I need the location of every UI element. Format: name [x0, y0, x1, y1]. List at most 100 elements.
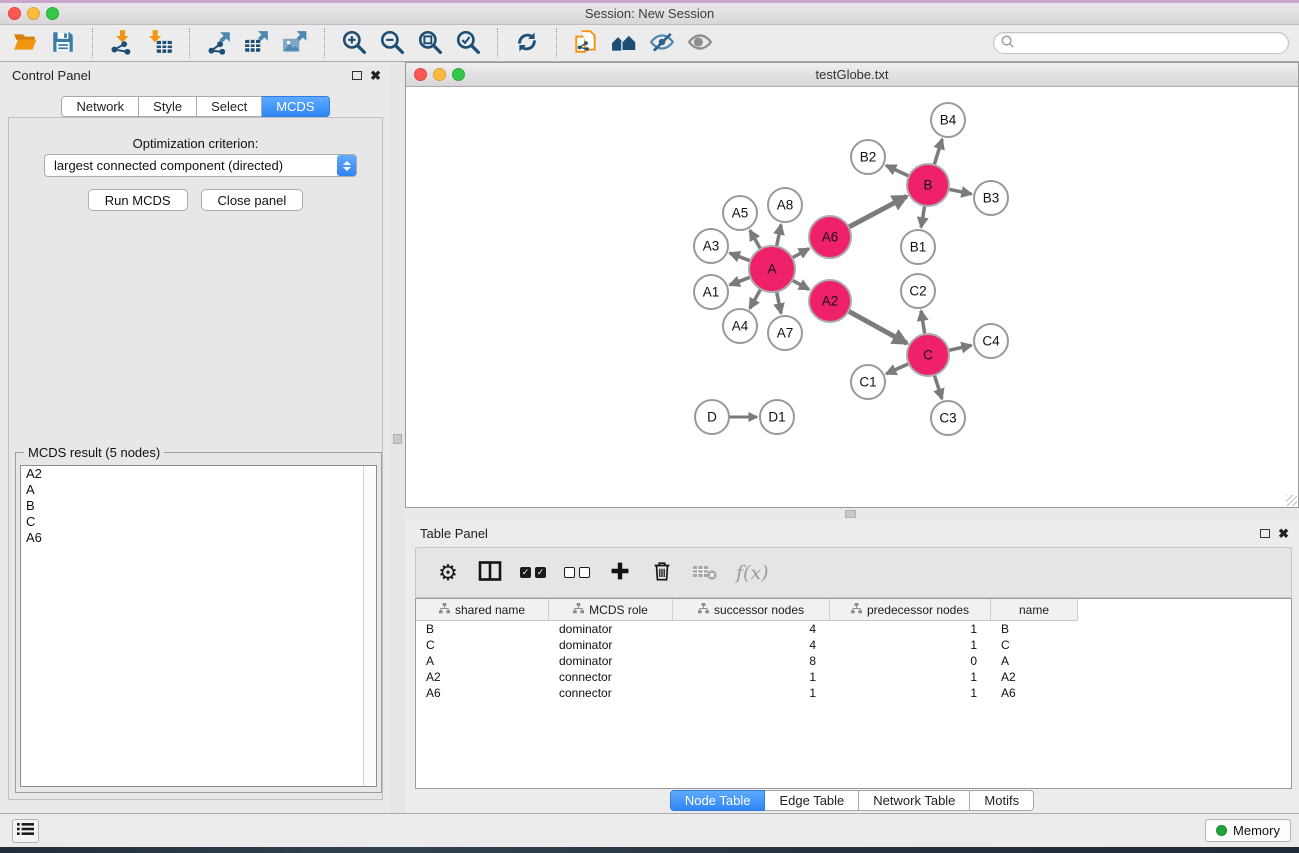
tab-mcds[interactable]: MCDS	[262, 96, 329, 117]
result-item[interactable]: A6	[21, 530, 376, 546]
close-panel-icon[interactable]: ✖	[370, 69, 381, 82]
table-row[interactable]: Cdominator41C	[416, 637, 1291, 653]
show-panel-list-button[interactable]	[12, 819, 39, 843]
column-header-name[interactable]: name	[991, 599, 1078, 621]
export-image-button[interactable]	[276, 27, 314, 59]
column-header-MCDS-role[interactable]: MCDS role	[549, 599, 673, 621]
window-resize-grip[interactable]	[1286, 495, 1297, 506]
tab-style[interactable]: Style	[139, 96, 197, 117]
hierarchy-icon	[851, 603, 862, 617]
node-label-B1: B1	[910, 240, 927, 255]
main-titlebar: Session: New Session	[0, 3, 1299, 25]
network-window-titlebar[interactable]: testGlobe.txt	[406, 63, 1298, 87]
splitter-handle-icon[interactable]	[845, 510, 856, 518]
split-view-button[interactable]	[478, 558, 502, 588]
node-table[interactable]: shared nameMCDS rolesuccessor nodesprede…	[415, 598, 1292, 789]
node-label-A3: A3	[703, 239, 720, 254]
result-item[interactable]: B	[21, 498, 376, 514]
column-header-successor-nodes[interactable]: successor nodes	[673, 599, 830, 621]
optimization-criterion-select[interactable]: largest connected component (directed)	[44, 154, 357, 177]
zoom-fit-button[interactable]	[411, 27, 449, 59]
search-input[interactable]	[1015, 36, 1282, 50]
delete-table-icon	[692, 560, 718, 585]
main-toolbar	[0, 25, 1299, 62]
run-mcds-button[interactable]: Run MCDS	[88, 189, 188, 211]
network-canvas[interactable]: AA1A2A3A4A5A6A7A8BB1B2B3B4CC1C2C3C4DD1	[406, 87, 1298, 507]
result-scrollbar[interactable]	[363, 466, 376, 786]
memory-status-icon	[1216, 825, 1227, 836]
export-network-button[interactable]	[200, 27, 238, 59]
column-header-shared-name[interactable]: shared name	[416, 599, 549, 621]
mcds-result-list[interactable]: A2ABCA6	[20, 465, 377, 787]
new-network-from-selection-button[interactable]	[567, 27, 605, 59]
float-panel-icon[interactable]	[1260, 529, 1270, 538]
save-session-button[interactable]	[44, 27, 82, 59]
float-panel-icon[interactable]	[352, 71, 362, 80]
homes-icon	[611, 29, 637, 58]
export-table-icon	[244, 29, 270, 58]
control-panel-header: Control Panel ✖	[0, 62, 391, 88]
table-row[interactable]: Adominator80A	[416, 653, 1291, 669]
hierarchy-icon	[698, 603, 709, 617]
memory-button[interactable]: Memory	[1205, 819, 1291, 842]
table-settings-button[interactable]: ⚙	[436, 558, 460, 588]
delete-table-button[interactable]	[692, 558, 718, 588]
result-item[interactable]: C	[21, 514, 376, 530]
table-row[interactable]: Bdominator41B	[416, 621, 1291, 637]
node-label-A8: A8	[777, 198, 794, 213]
zoom-selected-button[interactable]	[449, 27, 487, 59]
tab-network-table[interactable]: Network Table	[859, 790, 970, 811]
import-network-button[interactable]	[103, 27, 141, 59]
node-label-A7: A7	[777, 326, 794, 341]
tab-select[interactable]: Select	[197, 96, 262, 117]
close-panel-button[interactable]: Close panel	[201, 189, 304, 211]
tab-motifs[interactable]: Motifs	[970, 790, 1034, 811]
table-cell: A2	[991, 669, 1078, 685]
window-title: Session: New Session	[0, 6, 1299, 21]
unchecked-checkbox-icon	[579, 567, 590, 578]
save-floppy-icon	[50, 29, 76, 58]
gear-icon: ⚙	[438, 562, 458, 584]
show-hidden-button[interactable]	[681, 27, 719, 59]
result-item[interactable]: A	[21, 482, 376, 498]
horizontal-splitter[interactable]	[405, 508, 1299, 520]
tab-node-table[interactable]: Node Table	[670, 790, 766, 811]
toolbar-separator	[92, 28, 93, 58]
tab-network[interactable]: Network	[61, 96, 139, 117]
select-all-columns-button[interactable]: ✓ ✓	[520, 558, 546, 588]
optimization-criterion-value: largest connected component (directed)	[45, 158, 337, 173]
control-panel-tabs: NetworkStyleSelectMCDS	[0, 96, 391, 117]
result-item[interactable]: A2	[21, 466, 376, 482]
zoom-out-button[interactable]	[373, 27, 411, 59]
apply-layout-button[interactable]	[508, 27, 546, 59]
delete-columns-button[interactable]	[650, 558, 674, 588]
add-column-button[interactable]	[608, 558, 632, 588]
table-row[interactable]: A6connector11A6	[416, 685, 1291, 701]
unchecked-checkbox-icon	[564, 567, 575, 578]
function-icon: f(x)	[736, 562, 769, 584]
panel-splitter[interactable]	[391, 62, 405, 813]
zoom-in-button[interactable]	[335, 27, 373, 59]
plus-icon	[609, 560, 631, 585]
close-panel-icon[interactable]: ✖	[1278, 527, 1289, 540]
import-table-button[interactable]	[141, 27, 179, 59]
table-row[interactable]: A2connector11A2	[416, 669, 1291, 685]
table-panel-title: Table Panel	[420, 526, 488, 541]
deselect-all-columns-button[interactable]	[564, 558, 590, 588]
hide-selected-button[interactable]	[643, 27, 681, 59]
open-session-button[interactable]	[6, 27, 44, 59]
select-stepper-icon	[337, 155, 356, 176]
tab-edge-table[interactable]: Edge Table	[765, 790, 859, 811]
checked-checkbox-icon: ✓	[520, 567, 531, 578]
node-label-A5: A5	[732, 206, 749, 221]
function-builder-button[interactable]: f(x)	[736, 558, 769, 588]
column-header-predecessor-nodes[interactable]: predecessor nodes	[830, 599, 991, 621]
search-box[interactable]	[993, 32, 1289, 54]
network-window-title: testGlobe.txt	[406, 67, 1298, 82]
toolbar-separator	[324, 28, 325, 58]
show-all-button[interactable]	[605, 27, 643, 59]
import-table-icon	[147, 29, 173, 58]
export-table-button[interactable]	[238, 27, 276, 59]
hierarchy-icon	[439, 603, 450, 617]
splitter-handle-icon[interactable]	[393, 434, 402, 444]
